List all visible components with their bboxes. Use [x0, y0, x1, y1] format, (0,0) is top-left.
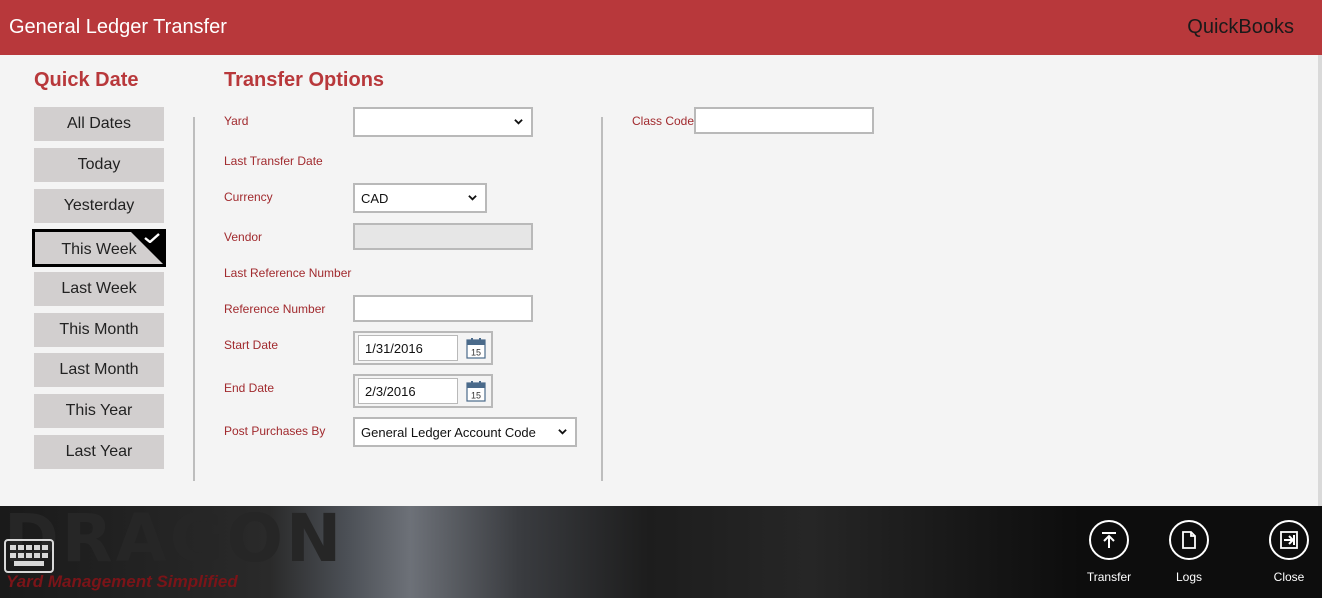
chevron-down-icon: [558, 429, 567, 435]
start-date-input[interactable]: 1/31/2016: [358, 335, 458, 361]
dragon-logo: DRAGON: [4, 506, 345, 577]
scrollbar-track[interactable]: [1318, 55, 1322, 506]
end-date-label: End Date: [224, 381, 275, 395]
start-date-picker: 1/31/2016 15: [353, 331, 493, 365]
vendor-label: Vendor: [224, 230, 263, 244]
checkmark-icon: [144, 233, 160, 243]
quick-date-this-month[interactable]: This Month: [34, 313, 164, 347]
main-panel: Quick Date All Dates Today Yesterday Thi…: [0, 55, 1318, 506]
post-purchases-by-select[interactable]: General Ledger Account Code: [353, 417, 577, 447]
vendor-field: [353, 223, 533, 250]
logs-button[interactable]: Logs: [1159, 520, 1219, 584]
post-purchases-by-value: General Ledger Account Code: [361, 425, 536, 440]
close-label: Close: [1273, 570, 1305, 584]
calendar-icon[interactable]: 15: [466, 337, 486, 359]
chevron-down-icon: [514, 119, 523, 125]
divider-right: [601, 117, 603, 481]
currency-value: CAD: [361, 191, 389, 206]
document-icon: [1169, 520, 1209, 560]
transfer-icon: [1089, 520, 1129, 560]
quick-date-last-month[interactable]: Last Month: [34, 353, 164, 387]
close-button[interactable]: Close: [1259, 520, 1319, 584]
quick-date-last-week[interactable]: Last Week: [34, 272, 164, 306]
quick-date-title: Quick Date: [34, 69, 139, 91]
last-transfer-date-label: Last Transfer Date: [224, 154, 323, 168]
last-reference-number-label: Last Reference Number: [224, 266, 352, 280]
class-code-input[interactable]: [694, 107, 874, 134]
chevron-down-icon: [468, 195, 477, 201]
quick-date-this-week-label: This Week: [61, 241, 137, 258]
calendar-day-end: 15: [471, 391, 481, 401]
quick-date-last-year[interactable]: Last Year: [34, 435, 164, 469]
yard-select[interactable]: [353, 107, 533, 137]
currency-select[interactable]: CAD: [353, 183, 487, 213]
app-bar: DRAGON Yard Management Simplified Transf…: [0, 506, 1322, 598]
keyboard-icon[interactable]: [4, 539, 54, 573]
exit-icon: [1269, 520, 1309, 560]
quick-date-today[interactable]: Today: [34, 148, 164, 182]
reference-number-label: Reference Number: [224, 302, 326, 316]
class-code-label: Class Code: [632, 114, 695, 128]
end-date-input[interactable]: 2/3/2016: [358, 378, 458, 404]
quick-date-all-dates[interactable]: All Dates: [34, 107, 164, 141]
currency-label: Currency: [224, 190, 273, 204]
logo-tagline: Yard Management Simplified: [6, 572, 238, 591]
quick-date-this-year[interactable]: This Year: [34, 394, 164, 428]
divider-left: [193, 117, 195, 481]
reference-number-input[interactable]: [353, 295, 533, 322]
title-bar: General Ledger Transfer QuickBooks: [0, 0, 1322, 55]
post-purchases-by-label: Post Purchases By: [224, 424, 326, 438]
quick-date-yesterday[interactable]: Yesterday: [34, 189, 164, 223]
transfer-label: Transfer: [1086, 570, 1132, 584]
quick-date-this-week[interactable]: This Week: [32, 229, 166, 267]
calendar-day-start: 15: [471, 348, 481, 358]
transfer-button[interactable]: Transfer: [1079, 520, 1139, 584]
yard-label: Yard: [224, 114, 249, 128]
logs-label: Logs: [1175, 570, 1203, 584]
calendar-icon[interactable]: 15: [466, 380, 486, 402]
transfer-options-title: Transfer Options: [224, 69, 385, 91]
end-date-picker: 2/3/2016 15: [353, 374, 493, 408]
brand-label: QuickBooks: [1187, 16, 1294, 38]
window-title: General Ledger Transfer: [9, 16, 227, 38]
start-date-label: Start Date: [224, 338, 279, 352]
